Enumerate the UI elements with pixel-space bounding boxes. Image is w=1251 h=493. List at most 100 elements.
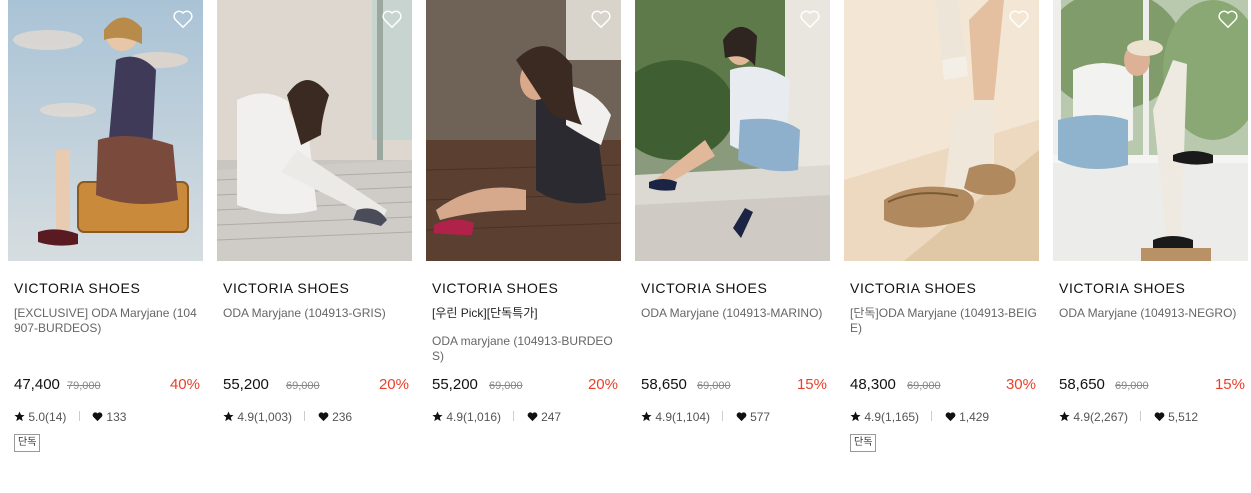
brand-name[interactable]: VICTORIA SHOES [223, 280, 349, 296]
meta-divider [1140, 411, 1142, 421]
sale-price: 48,300 [850, 376, 896, 393]
discount-rate: 40% [169, 376, 200, 393]
wishlist-heart-icon[interactable] [172, 9, 194, 29]
wishlist-heart-icon[interactable] [1217, 9, 1239, 29]
product-photo [1053, 0, 1248, 261]
original-price: 69,000 [286, 380, 320, 392]
price-row: 58,650 69,000 15% [1059, 376, 1245, 396]
rating-text: 4.9(2,267) [1073, 410, 1129, 424]
price-row: 47,400 79,000 40% [14, 376, 200, 396]
product-promo-label[interactable]: [우린 Pick][단독특가] [432, 306, 620, 321]
like-count: 1,429 [959, 410, 990, 424]
brand-name[interactable]: VICTORIA SHOES [850, 280, 976, 296]
meta-divider [931, 411, 933, 421]
wishlist-heart-icon[interactable] [1008, 9, 1030, 29]
original-price: 69,000 [1115, 380, 1149, 392]
sale-price: 58,650 [641, 376, 687, 393]
like-count: 577 [750, 410, 771, 424]
review-meta: 4.9(1,104) 577 [641, 410, 770, 424]
original-price: 79,000 [67, 380, 101, 392]
review-meta: 5.0(14) 133 [14, 410, 126, 424]
sale-price: 55,200 [432, 376, 478, 393]
like-count: 133 [106, 410, 127, 424]
star-icon [641, 411, 652, 422]
brand-name[interactable]: VICTORIA SHOES [432, 280, 558, 296]
heart-filled-icon [527, 412, 538, 422]
price-row: 55,200 69,000 20% [223, 376, 409, 396]
product-card[interactable]: VICTORIA SHOES ODA Maryjane (104913-GRIS… [217, 0, 412, 424]
product-name[interactable]: ODA maryjane (104913-BURDEOS) [432, 334, 620, 364]
like-count: 236 [332, 410, 353, 424]
heart-filled-icon [1154, 412, 1165, 422]
product-card[interactable]: VICTORIA SHOES [단독]ODA Maryjane (104913-… [844, 0, 1039, 452]
review-meta: 4.9(2,267) 5,512 [1059, 410, 1198, 424]
brand-name[interactable]: VICTORIA SHOES [14, 280, 140, 296]
meta-divider [513, 411, 515, 421]
product-name[interactable]: ODA Maryjane (104913-NEGRO) [1059, 306, 1247, 321]
product-name[interactable]: [단독]ODA Maryjane (104913-BEIGE) [850, 306, 1038, 336]
rating-text: 5.0(14) [28, 410, 67, 424]
like-count: 5,512 [1168, 410, 1199, 424]
product-card[interactable]: VICTORIA SHOES [우린 Pick][단독특가] ODA maryj… [426, 0, 621, 424]
product-name[interactable]: ODA Maryjane (104913-MARINO) [641, 306, 829, 321]
star-icon [432, 411, 443, 422]
sale-price: 58,650 [1059, 376, 1105, 393]
original-price: 69,000 [907, 380, 941, 392]
product-photo [635, 0, 830, 261]
exclusive-tag: 단독 [850, 434, 877, 452]
star-icon [223, 411, 234, 422]
exclusive-tag: 단독 [14, 434, 41, 452]
price-row: 58,650 69,000 15% [641, 376, 827, 396]
heart-filled-icon [318, 412, 329, 422]
brand-name[interactable]: VICTORIA SHOES [641, 280, 767, 296]
like-count: 247 [541, 410, 562, 424]
discount-rate: 20% [587, 376, 618, 393]
wishlist-heart-icon[interactable] [590, 9, 612, 29]
product-image[interactable] [844, 0, 1039, 261]
meta-divider [722, 411, 724, 421]
discount-rate: 20% [378, 376, 409, 393]
price-row: 48,300 69,000 30% [850, 376, 1036, 396]
sale-price: 55,200 [223, 376, 269, 393]
rating-text: 4.9(1,165) [864, 410, 920, 424]
rating-text: 4.9(1,104) [655, 410, 711, 424]
rating-text: 4.9(1,003) [237, 410, 293, 424]
product-grid: VICTORIA SHOES [EXCLUSIVE] ODA Maryjane … [0, 0, 1251, 493]
review-meta: 4.9(1,165) 1,429 [850, 410, 989, 424]
product-photo [426, 0, 621, 261]
review-meta: 4.9(1,016) 247 [432, 410, 561, 424]
star-icon [14, 411, 25, 422]
heart-filled-icon [92, 412, 103, 422]
discount-rate: 30% [1005, 376, 1036, 393]
product-image[interactable] [217, 0, 412, 261]
wishlist-heart-icon[interactable] [799, 9, 821, 29]
rating-text: 4.9(1,016) [446, 410, 502, 424]
star-icon [850, 411, 861, 422]
original-price: 69,000 [697, 380, 731, 392]
heart-filled-icon [736, 412, 747, 422]
heart-filled-icon [945, 412, 956, 422]
product-image[interactable] [635, 0, 830, 261]
product-photo [8, 0, 203, 261]
product-name[interactable]: ODA Maryjane (104913-GRIS) [223, 306, 411, 321]
product-card[interactable]: VICTORIA SHOES ODA Maryjane (104913-NEGR… [1053, 0, 1248, 424]
product-name[interactable]: [EXCLUSIVE] ODA Maryjane (104907-BURDEOS… [14, 306, 202, 336]
brand-name[interactable]: VICTORIA SHOES [1059, 280, 1185, 296]
product-image[interactable] [1053, 0, 1248, 261]
product-photo [844, 0, 1039, 261]
price-row: 55,200 69,000 20% [432, 376, 618, 396]
review-meta: 4.9(1,003) 236 [223, 410, 352, 424]
product-card[interactable]: VICTORIA SHOES ODA Maryjane (104913-MARI… [635, 0, 830, 424]
sale-price: 47,400 [14, 376, 60, 393]
discount-rate: 15% [1214, 376, 1245, 393]
product-image[interactable] [8, 0, 203, 261]
meta-divider [304, 411, 306, 421]
star-icon [1059, 411, 1070, 422]
discount-rate: 15% [796, 376, 827, 393]
original-price: 69,000 [489, 380, 523, 392]
product-card[interactable]: VICTORIA SHOES [EXCLUSIVE] ODA Maryjane … [8, 0, 203, 452]
wishlist-heart-icon[interactable] [381, 9, 403, 29]
product-photo [217, 0, 412, 261]
meta-divider [78, 411, 80, 421]
product-image[interactable] [426, 0, 621, 261]
